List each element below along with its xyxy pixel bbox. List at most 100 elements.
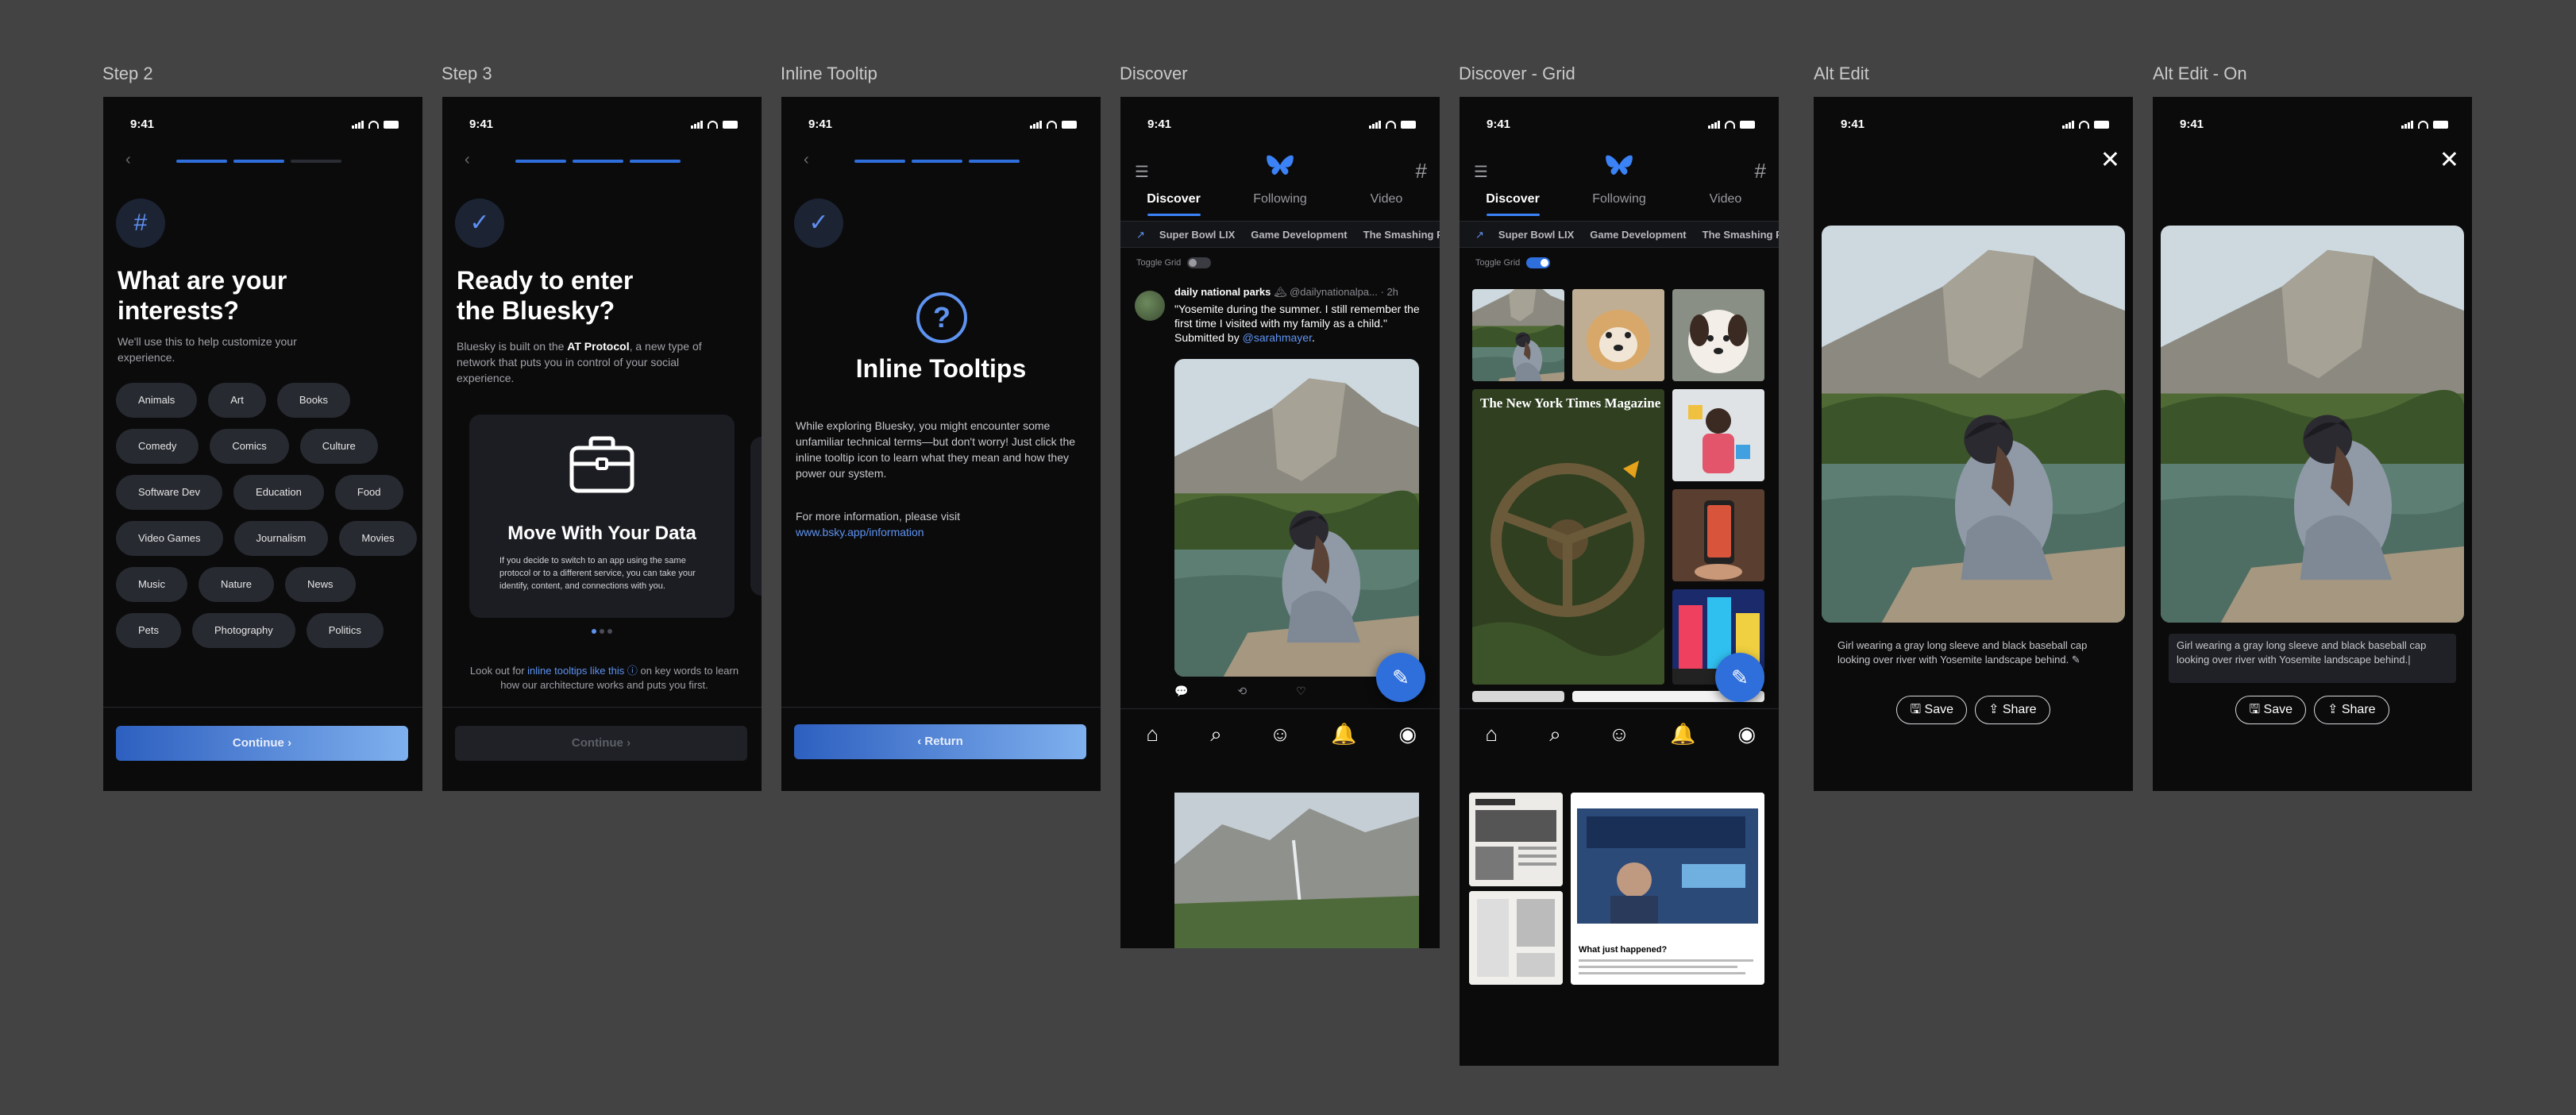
save-button[interactable]: 🖫 Save — [2235, 696, 2306, 724]
continue-button[interactable]: Continue › — [116, 726, 408, 761]
post-photo[interactable] — [1174, 359, 1419, 677]
trend-game-dev[interactable]: Game Development — [1590, 229, 1686, 241]
pencil-icon[interactable]: ✎ — [2072, 654, 2080, 666]
chip-politics[interactable]: Politics — [306, 613, 384, 648]
chip-food[interactable]: Food — [334, 475, 403, 510]
briefcase-icon — [569, 436, 634, 493]
feature-card: Move With Your Data If you decide to swi… — [469, 415, 735, 618]
tab-following[interactable]: Following — [1566, 187, 1672, 219]
menu-icon[interactable]: ☰ — [1135, 162, 1149, 182]
like-icon[interactable]: ♡ — [1296, 685, 1306, 698]
menu-icon[interactable]: ☰ — [1474, 162, 1488, 182]
bell-icon[interactable]: 🔔 — [1328, 722, 1359, 747]
bottom-nav: ⌂ ⌕ ☺ 🔔 ◉ — [1120, 708, 1440, 759]
trend-super-bowl[interactable]: Super Bowl LIX — [1159, 229, 1235, 241]
tab-video[interactable]: Video — [1672, 187, 1779, 219]
inline-tooltip-link[interactable]: inline tooltips like this — [527, 665, 624, 677]
trend-game-dev[interactable]: Game Development — [1251, 229, 1347, 241]
grid-image[interactable]: What just happened? — [1571, 793, 1764, 985]
close-icon[interactable]: ✕ — [2100, 146, 2120, 174]
bluesky-butterfly-icon — [1267, 155, 1294, 176]
toggle-grid-switch[interactable] — [1526, 257, 1551, 268]
next-post-photo[interactable] — [1174, 793, 1419, 948]
bsky-info-link[interactable]: www.bsky.app/information — [796, 526, 924, 538]
chip-movies[interactable]: Movies — [339, 521, 417, 556]
grid-image[interactable] — [1469, 793, 1563, 886]
share-button[interactable]: ⇪ Share — [1975, 696, 2050, 724]
feeds-hashtag-icon[interactable]: # — [1755, 159, 1766, 183]
chat-icon[interactable]: ☺ — [1603, 722, 1635, 747]
alt-text-caption[interactable]: Girl wearing a gray long sleeve and blac… — [1830, 634, 2117, 672]
toggle-grid-label: Toggle Grid — [1136, 258, 1182, 268]
compose-button[interactable]: ✎ — [1376, 653, 1425, 702]
tab-discover[interactable]: Discover — [1120, 187, 1227, 219]
trend-super-bowl[interactable]: Super Bowl LIX — [1498, 229, 1574, 241]
tab-following[interactable]: Following — [1227, 187, 1333, 219]
bell-icon[interactable]: 🔔 — [1667, 722, 1699, 747]
alt-text-input[interactable]: Girl wearing a gray long sleeve and blac… — [2169, 634, 2456, 683]
chip-education[interactable]: Education — [233, 475, 324, 510]
grid-image[interactable] — [1469, 891, 1563, 985]
tooltip-info-text: For more information, please visit — [796, 510, 960, 523]
return-button[interactable]: ‹ Return — [794, 724, 1086, 759]
post-author[interactable]: daily national parks — [1174, 286, 1271, 298]
back-chevron-icon[interactable]: ‹ — [804, 151, 809, 169]
feeds-hashtag-icon[interactable]: # — [1416, 159, 1427, 183]
alt-text: Girl wearing a gray long sleeve and blac… — [1838, 639, 2088, 666]
fullscreen-photo — [2161, 226, 2464, 623]
frame-step2: 9:41 ‹ # What are your interests? We'll … — [103, 97, 422, 791]
trend-smashing[interactable]: The Smashing Pu — [1363, 229, 1440, 241]
chip-books[interactable]: Books — [276, 383, 351, 418]
tab-discover[interactable]: Discover — [1460, 187, 1566, 219]
back-chevron-icon[interactable]: ‹ — [125, 151, 131, 169]
chip-nature[interactable]: Nature — [198, 567, 274, 602]
chip-art[interactable]: Art — [208, 383, 266, 418]
grid-image[interactable] — [1672, 489, 1764, 581]
chip-news[interactable]: News — [284, 567, 356, 602]
status-time: 9:41 — [808, 118, 833, 131]
post-handle[interactable]: @dailynationalpa... — [1290, 286, 1378, 298]
back-chevron-icon[interactable]: ‹ — [465, 151, 470, 169]
share-button[interactable]: ⇪ Share — [2314, 696, 2389, 724]
grid-image[interactable] — [1472, 289, 1564, 381]
save-label: Save — [2263, 703, 2293, 716]
reply-icon[interactable]: 💬 — [1174, 685, 1188, 698]
mention-link[interactable]: @sarahmayer — [1243, 331, 1312, 344]
chip-journalism[interactable]: Journalism — [233, 521, 329, 556]
frame-label-step3: Step 3 — [442, 64, 492, 83]
question-circle-icon: ? — [916, 292, 967, 343]
toggle-grid-switch[interactable] — [1187, 257, 1212, 268]
avatar[interactable] — [1135, 291, 1165, 321]
grid-image[interactable] — [1672, 289, 1764, 381]
info-circle-icon[interactable]: ⓘ — [627, 665, 638, 677]
chip-music[interactable]: Music — [116, 567, 187, 602]
home-icon[interactable]: ⌂ — [1136, 722, 1168, 747]
grid-image[interactable]: The New York Times Magazine — [1472, 389, 1664, 685]
close-icon[interactable]: ✕ — [2439, 146, 2459, 174]
trend-smashing[interactable]: The Smashing Pu — [1703, 229, 1779, 241]
chip-culture[interactable]: Culture — [299, 429, 378, 464]
search-icon[interactable]: ⌕ — [1201, 722, 1232, 747]
chat-icon[interactable]: ☺ — [1264, 722, 1296, 747]
home-icon[interactable]: ⌂ — [1475, 722, 1507, 747]
chip-animals[interactable]: Animals — [116, 383, 198, 418]
profile-icon[interactable]: ◉ — [1392, 722, 1424, 747]
chip-video-games[interactable]: Video Games — [116, 521, 223, 556]
profile-icon[interactable]: ◉ — [1731, 722, 1763, 747]
repost-icon[interactable]: ⟲ — [1237, 685, 1247, 698]
status-icons — [691, 121, 738, 129]
chip-software-dev[interactable]: Software Dev — [116, 475, 223, 510]
chip-comics[interactable]: Comics — [210, 429, 289, 464]
search-icon[interactable]: ⌕ — [1540, 722, 1571, 747]
chip-pets[interactable]: Pets — [116, 613, 182, 648]
grid-image[interactable] — [1472, 691, 1564, 702]
at-protocol-term[interactable]: AT Protocol — [567, 340, 629, 353]
continue-button[interactable]: Continue › — [455, 726, 747, 761]
grid-image[interactable] — [1672, 389, 1764, 481]
save-button[interactable]: 🖫 Save — [1896, 696, 1967, 724]
compose-button[interactable]: ✎ — [1715, 653, 1764, 702]
chip-comedy[interactable]: Comedy — [116, 429, 199, 464]
chip-photography[interactable]: Photography — [192, 613, 295, 648]
grid-image[interactable] — [1572, 289, 1664, 381]
tab-video[interactable]: Video — [1333, 187, 1440, 219]
